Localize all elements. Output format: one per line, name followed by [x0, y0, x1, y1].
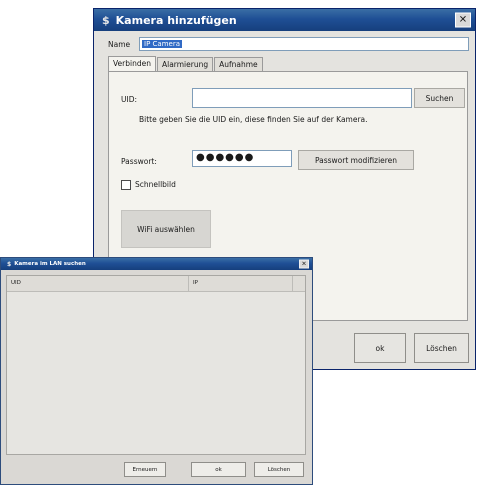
- lan-search-titlebar[interactable]: $ Kamera im LAN suchen ✕: [1, 258, 312, 270]
- lan-search-dialog: $ Kamera im LAN suchen ✕ UID IP Erneuern…: [0, 257, 313, 485]
- tab-verbinden[interactable]: Verbinden: [108, 56, 156, 71]
- password-label: Passwort:: [121, 157, 157, 166]
- close-icon: ✕: [458, 14, 468, 26]
- name-input[interactable]: IP Camera: [139, 37, 469, 51]
- tab-alarmierung[interactable]: Alarmierung: [156, 57, 214, 71]
- add-camera-titlebar[interactable]: $ Kamera hinzufügen ✕: [94, 9, 475, 31]
- close-button[interactable]: ✕: [299, 259, 309, 269]
- camera-list[interactable]: UID IP: [6, 275, 306, 455]
- uid-input[interactable]: [192, 88, 412, 108]
- name-input-value: IP Camera: [142, 40, 182, 48]
- snapshot-checkbox-label: Schnellbild: [135, 180, 176, 189]
- modify-password-button[interactable]: Passwort modifizieren: [298, 150, 414, 170]
- delete-button[interactable]: Löschen: [414, 333, 469, 363]
- app-icon: $: [102, 13, 110, 27]
- add-camera-title: Kamera hinzufügen: [115, 13, 237, 27]
- column-header-uid[interactable]: UID: [7, 276, 189, 292]
- close-icon: ✕: [301, 260, 307, 268]
- tab-bar: Verbinden Alarmierung Aufnahme: [108, 56, 264, 71]
- ok-button[interactable]: ok: [354, 333, 406, 363]
- password-input[interactable]: ●●●●●●: [192, 150, 292, 167]
- refresh-button[interactable]: Erneuern: [124, 462, 166, 477]
- ok-button[interactable]: ok: [191, 462, 246, 477]
- snapshot-checkbox[interactable]: [121, 180, 131, 190]
- lan-search-title: Kamera im LAN suchen: [14, 261, 86, 267]
- list-header: UID IP: [7, 276, 305, 292]
- delete-button[interactable]: Löschen: [254, 462, 304, 477]
- wifi-select-button[interactable]: WiFi auswählen: [121, 210, 211, 248]
- name-label: Name: [108, 40, 131, 49]
- tab-aufnahme[interactable]: Aufnahme: [214, 57, 263, 71]
- uid-hint-text: Bitte geben Sie die UID ein, diese finde…: [139, 115, 368, 124]
- search-button[interactable]: Suchen: [414, 88, 465, 108]
- uid-label: UID:: [121, 95, 138, 104]
- close-button[interactable]: ✕: [455, 12, 471, 28]
- column-header-ip[interactable]: IP: [189, 276, 293, 292]
- column-header-filler: [293, 276, 305, 292]
- app-icon: $: [7, 260, 12, 268]
